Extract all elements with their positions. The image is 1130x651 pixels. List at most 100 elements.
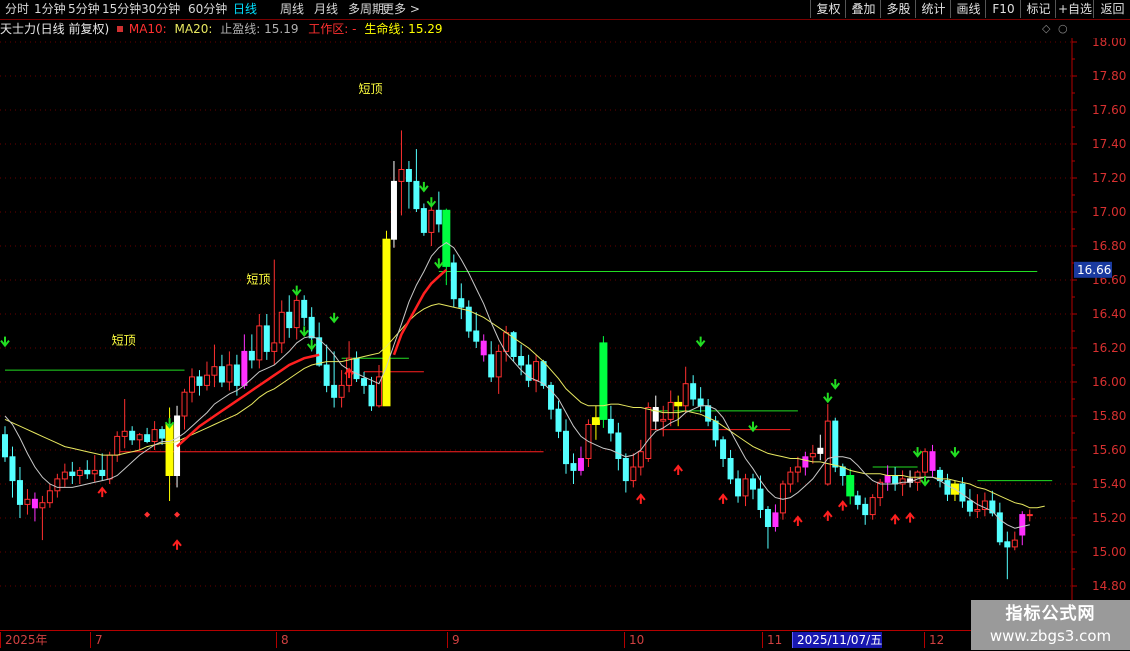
toolbar-button[interactable]: 标记 bbox=[1020, 0, 1056, 18]
candle-body bbox=[338, 384, 345, 398]
period-tab[interactable]: 1分钟 bbox=[34, 1, 66, 18]
candle-body bbox=[159, 429, 166, 439]
period-tab[interactable]: 15分钟 bbox=[102, 1, 141, 18]
candle-body bbox=[390, 180, 397, 240]
candle-body bbox=[39, 502, 46, 509]
toolbar-button[interactable]: 返回 bbox=[1093, 0, 1130, 18]
candle-body bbox=[533, 361, 540, 381]
candle-body bbox=[712, 420, 719, 441]
toolbar-button[interactable]: 叠加 bbox=[845, 0, 881, 18]
period-tab[interactable]: 更多 > bbox=[382, 1, 420, 18]
price-tick-label: 16.00 bbox=[1092, 375, 1126, 389]
candle-body bbox=[577, 458, 584, 471]
candle-body bbox=[944, 480, 951, 495]
date-label: 11 bbox=[762, 632, 782, 648]
candle-body bbox=[428, 209, 435, 233]
toolbar-button[interactable]: 统计 bbox=[915, 0, 951, 18]
life-line bbox=[392, 268, 448, 356]
candle-body bbox=[750, 478, 756, 490]
candle-body bbox=[1011, 539, 1018, 548]
price-tick-label: 14.80 bbox=[1092, 579, 1126, 593]
candle-body bbox=[824, 420, 831, 485]
date-label: 10 bbox=[624, 632, 644, 648]
candle-body bbox=[84, 469, 91, 475]
candle-body bbox=[697, 398, 704, 407]
period-tab[interactable]: 周线 bbox=[280, 1, 304, 18]
candle-body bbox=[518, 356, 525, 366]
candle-body bbox=[660, 418, 667, 422]
candle-body bbox=[922, 451, 929, 473]
candle-body bbox=[846, 475, 855, 497]
price-tick-label: 17.80 bbox=[1092, 69, 1126, 83]
period-tab[interactable]: 5分钟 bbox=[68, 1, 100, 18]
candle-body bbox=[817, 447, 824, 454]
candle-body bbox=[637, 451, 644, 468]
candle-body bbox=[61, 471, 68, 480]
candle-body bbox=[555, 408, 562, 432]
toolbar-button[interactable]: 画线 bbox=[950, 0, 986, 18]
life-line bbox=[176, 353, 320, 448]
candle-body bbox=[607, 418, 614, 434]
candle-body bbox=[165, 424, 174, 476]
candle-body bbox=[974, 509, 981, 512]
candle-body bbox=[645, 407, 652, 459]
candle-body bbox=[353, 357, 360, 380]
watermark-url: www.zbgs3.com bbox=[989, 627, 1112, 645]
candle-body bbox=[599, 342, 608, 420]
period-tab[interactable]: 日线 bbox=[233, 1, 257, 18]
candle-body bbox=[884, 475, 891, 483]
candle-body bbox=[301, 299, 308, 318]
candle-body bbox=[308, 316, 315, 339]
price-tick-label: 16.80 bbox=[1092, 239, 1126, 253]
candle-body bbox=[233, 364, 240, 386]
price-tick-label: 17.40 bbox=[1092, 137, 1126, 151]
candle-body bbox=[144, 434, 151, 443]
date-label: 9 bbox=[447, 632, 460, 648]
period-tab[interactable]: 月线 bbox=[314, 1, 338, 18]
toolbar-button[interactable]: +自选 bbox=[1055, 0, 1094, 18]
ma20-label: MA20: bbox=[174, 22, 213, 36]
short-top-label: 短顶 bbox=[359, 82, 383, 96]
current-price-label: 16.66 bbox=[1077, 263, 1111, 277]
period-tab[interactable]: 分时 bbox=[5, 1, 29, 18]
period-tab[interactable]: 多周期 bbox=[348, 1, 384, 18]
candle-body bbox=[196, 376, 203, 386]
ma-indicator-dot bbox=[117, 26, 124, 32]
circle-icon[interactable]: ○ bbox=[1058, 20, 1068, 38]
diamond-icon[interactable]: ◇ bbox=[1042, 20, 1050, 38]
candle-body bbox=[420, 208, 427, 233]
candle-body bbox=[382, 238, 391, 407]
red-diamond-icon bbox=[144, 511, 151, 518]
price-tick-label: 15.80 bbox=[1092, 409, 1126, 423]
date-label: 12 bbox=[924, 632, 944, 648]
candle-body bbox=[764, 509, 771, 527]
toolbar-button[interactable]: 多股 bbox=[880, 0, 916, 18]
candle-body bbox=[854, 495, 861, 505]
candle-body bbox=[69, 471, 76, 477]
candle-body bbox=[480, 340, 487, 356]
candle-body bbox=[570, 463, 577, 471]
candle-body bbox=[966, 500, 973, 512]
period-tab[interactable]: 60分钟 bbox=[188, 1, 227, 18]
candle-body bbox=[735, 478, 742, 497]
candlestick-chart[interactable]: 短顶短顶短顶 18.0017.8017.6017.4017.2017.0016.… bbox=[0, 38, 1130, 630]
candle-body bbox=[892, 475, 899, 485]
stock-name[interactable]: 天士力(日线 前复权) bbox=[0, 22, 109, 36]
watermark-title: 指标公式网 bbox=[1005, 604, 1096, 624]
toolbar-button[interactable]: F10 bbox=[985, 0, 1021, 18]
candle-body bbox=[591, 417, 600, 426]
candle-body bbox=[376, 376, 382, 407]
indicator-info-bar: 天士力(日线 前复权) MA10: MA20: 止盈线: 15.19 工作区: … bbox=[0, 20, 443, 38]
toolbar-button[interactable]: 复权 bbox=[810, 0, 846, 18]
candle-body bbox=[323, 364, 330, 386]
candle-body bbox=[331, 384, 338, 398]
candle-body bbox=[181, 391, 188, 417]
period-tab[interactable]: 30分钟 bbox=[141, 1, 180, 18]
candle-body bbox=[46, 490, 53, 504]
candle-body bbox=[241, 350, 248, 386]
candle-body bbox=[24, 498, 31, 505]
price-tick-label: 17.20 bbox=[1092, 171, 1126, 185]
candle-body bbox=[458, 298, 465, 308]
candle-body bbox=[622, 458, 629, 482]
candle-body bbox=[211, 366, 218, 376]
